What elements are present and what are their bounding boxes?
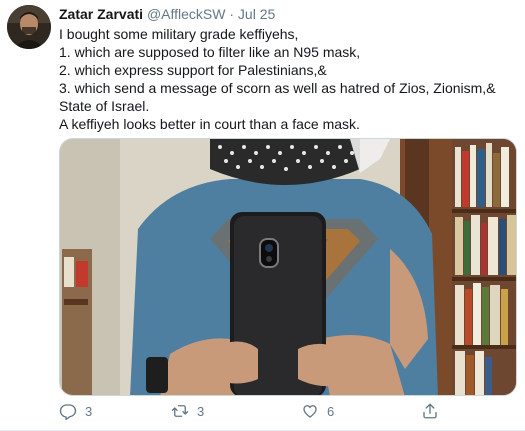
author-handle[interactable]: @AffleckSW (147, 6, 226, 22)
tweet-line: 3. which send a message of scorn as well… (59, 80, 496, 114)
share-button[interactable] (421, 402, 439, 420)
tweet-line: 1. which are supposed to filter like an … (59, 44, 361, 60)
avatar[interactable] (7, 5, 51, 49)
tweet-date[interactable]: Jul 25 (238, 6, 275, 22)
retweet-count: 3 (197, 403, 205, 419)
mirror-selfie-image (60, 139, 516, 395)
retweet-button[interactable]: 3 (171, 402, 204, 420)
like-count: 6 (327, 403, 335, 419)
reply-button[interactable]: 3 (59, 402, 92, 420)
tweet-line: I bought some military grade keffiyehs, (59, 26, 299, 42)
tweet-header: Zatar Zarvati @AffleckSW · Jul 25 (59, 5, 517, 23)
author-name[interactable]: Zatar Zarvati (59, 6, 143, 22)
tweet-line: 2. which express support for Palestinian… (59, 62, 327, 78)
tweet-content: Zatar Zarvati @AffleckSW · Jul 25 I boug… (59, 5, 517, 133)
share-icon (423, 403, 437, 419)
reply-icon (59, 404, 77, 420)
tweet-text: I bought some military grade keffiyehs, … (59, 25, 517, 133)
reply-count: 3 (85, 403, 93, 419)
separator-dot: · (229, 6, 235, 22)
like-icon (303, 405, 317, 418)
tweet-actions: 3 3 6 (59, 398, 479, 428)
like-button[interactable]: 6 (301, 402, 334, 420)
tweet-photo[interactable] (59, 138, 517, 396)
retweet-icon (171, 405, 189, 417)
tweet-card[interactable]: Zatar Zarvati @AffleckSW · Jul 25 I boug… (0, 0, 525, 431)
tweet-line: A keffiyeh looks better in court than a … (59, 116, 360, 132)
